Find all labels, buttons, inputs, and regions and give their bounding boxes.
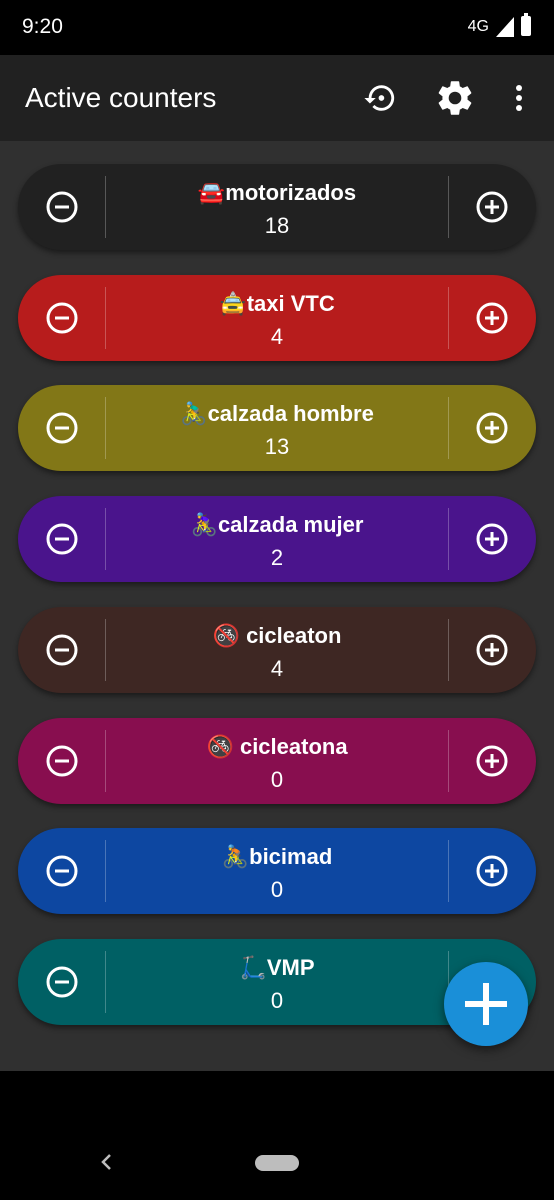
counter-label: calzada mujer	[217, 512, 364, 538]
counter-name: 🚖taxi VTC	[106, 291, 448, 317]
battery-icon	[521, 13, 531, 36]
minus-circle-icon[interactable]	[32, 398, 92, 458]
counter-value: 0	[270, 877, 284, 903]
divider	[448, 508, 449, 571]
add-counter-button[interactable]	[444, 962, 528, 1046]
settings-icon[interactable]	[432, 75, 478, 121]
counter-name: 🚳 cicleaton	[106, 623, 448, 649]
minus-circle-icon[interactable]	[32, 731, 92, 791]
counter-value: 4	[270, 655, 284, 681]
counter-value: 13	[264, 434, 290, 460]
counter-emoji: 🚳	[212, 622, 240, 648]
divider	[448, 286, 449, 349]
counter-value: 4	[270, 323, 284, 349]
counter-item: 🚖taxi VTC 4	[18, 274, 536, 361]
network-type: 4G	[467, 18, 489, 35]
counter-emoji: 🚴‍♂️	[180, 401, 208, 427]
counter-name: 🚳 cicleatona	[106, 734, 448, 760]
counter-value: 2	[270, 545, 284, 571]
counter-value: 0	[270, 987, 284, 1013]
counter-name: 🚴‍♂️calzada hombre	[106, 401, 448, 427]
add-icon	[465, 983, 507, 1025]
page-title: Active counters	[25, 82, 217, 113]
counter-body[interactable]: 🚴‍♀️calzada mujer 2	[106, 496, 448, 582]
counter-value: 18	[264, 213, 290, 238]
minus-circle-icon[interactable]	[32, 952, 92, 1012]
counter-item: 🚳 cicleatona 0	[18, 717, 536, 804]
counter-emoji: 🚖	[219, 290, 247, 316]
divider	[448, 397, 449, 460]
counter-body[interactable]: 🚳 cicleaton 4	[106, 607, 448, 693]
plus-circle-icon[interactable]	[462, 398, 522, 458]
minus-circle-icon[interactable]	[32, 620, 92, 680]
counter-label: bicimad	[249, 844, 333, 870]
counter-list: 🚘motorizados 18 🚖taxi VTC 4	[0, 141, 554, 1071]
reset-icon[interactable]	[357, 75, 403, 121]
counter-item: 🚴bicimad 0	[18, 828, 536, 915]
divider	[448, 840, 449, 903]
counter-label: taxi VTC	[246, 290, 335, 316]
counter-value: 0	[270, 766, 284, 792]
counter-item: 🚴‍♂️calzada hombre 13	[18, 385, 536, 472]
counter-emoji: 🛴	[239, 954, 267, 980]
counter-label: cicleatona	[233, 733, 348, 759]
minus-circle-icon[interactable]	[32, 841, 92, 901]
counter-label: motorizados	[225, 180, 357, 205]
counter-emoji: 🚴	[221, 844, 250, 870]
counter-name: 🛴VMP	[106, 955, 448, 981]
signal-icon	[496, 17, 514, 37]
counter-body[interactable]: 🚴‍♂️calzada hombre 13	[106, 385, 448, 471]
counter-body[interactable]: 🚖taxi VTC 4	[106, 275, 448, 361]
counter-label: calzada hombre	[207, 401, 374, 427]
counter-name: 🚴bicimad	[106, 844, 448, 870]
counter-name: 🚘motorizados	[106, 180, 448, 206]
counter-body[interactable]: 🚘motorizados 18	[106, 164, 448, 250]
plus-circle-icon[interactable]	[462, 731, 522, 791]
divider	[448, 618, 449, 681]
minus-circle-icon[interactable]	[32, 509, 92, 569]
counter-emoji: 🚳	[206, 733, 234, 759]
counter-body[interactable]: 🚳 cicleatona 0	[106, 718, 448, 804]
back-icon[interactable]	[96, 1149, 116, 1175]
counter-body[interactable]: 🛴VMP 0	[106, 939, 448, 1025]
plus-circle-icon[interactable]	[462, 509, 522, 569]
counter-emoji: 🚘	[197, 180, 226, 205]
plus-circle-icon[interactable]	[462, 177, 522, 237]
counter-name: 🚴‍♀️calzada mujer	[106, 512, 448, 538]
status-time: 9:20	[22, 15, 63, 38]
counter-item: 🚘motorizados 18	[18, 164, 536, 250]
divider	[448, 729, 449, 792]
navigation-bar	[0, 1071, 554, 1200]
minus-circle-icon[interactable]	[32, 177, 92, 237]
minus-circle-icon[interactable]	[32, 288, 92, 348]
counter-label: VMP	[266, 954, 315, 980]
overflow-menu-icon[interactable]	[496, 75, 542, 121]
counter-label: cicleaton	[239, 622, 342, 648]
counter-body[interactable]: 🚴bicimad 0	[106, 828, 448, 914]
app-bar: Active counters	[0, 55, 554, 141]
counter-emoji: 🚴‍♀️	[190, 512, 218, 538]
status-bar: 9:20 4G	[0, 0, 554, 55]
home-pill[interactable]	[255, 1155, 299, 1171]
plus-circle-icon[interactable]	[462, 620, 522, 680]
counter-item: 🚳 cicleaton 4	[18, 606, 536, 693]
plus-circle-icon[interactable]	[462, 841, 522, 901]
divider	[448, 176, 449, 238]
counter-item: 🚴‍♀️calzada mujer 2	[18, 496, 536, 583]
plus-circle-icon[interactable]	[462, 288, 522, 348]
